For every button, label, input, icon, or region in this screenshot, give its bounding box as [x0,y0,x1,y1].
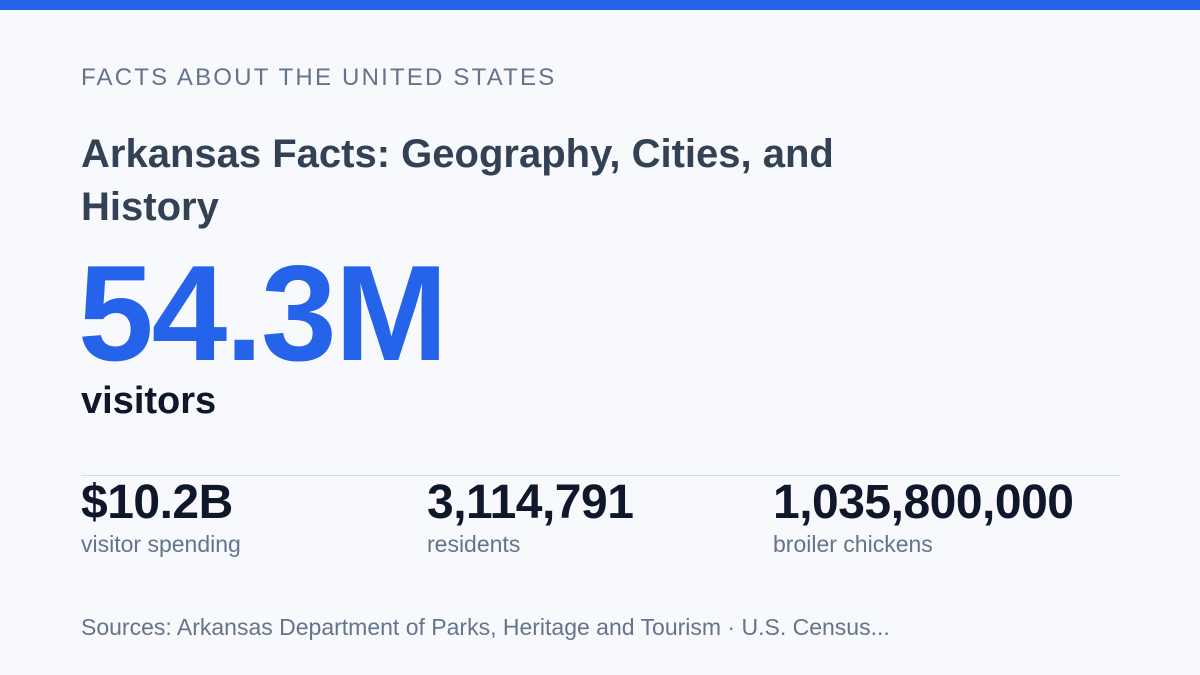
page-title: Arkansas Facts: Geography, Cities, and H… [81,132,834,229]
stat-value: 3,114,791 [427,476,634,529]
stat-label: broiler chickens [773,531,933,557]
stat-residents: 3,114,791 residents [427,476,634,558]
hero-stat-value: 54.3M [78,237,448,389]
stat-value: $10.2B [81,476,233,529]
stat-label: visitor spending [81,531,241,557]
hero-stat-label: visitors [81,380,217,422]
top-accent-bar [0,0,1200,10]
stat-visitor-spending: $10.2B visitor spending [81,476,241,558]
stat-broiler-chickens: 1,035,800,000 broiler chickens [773,476,1074,558]
stat-label: residents [427,531,521,557]
sources-footnote: Sources: Arkansas Department of Parks, H… [81,614,890,640]
eyebrow-label: FACTS ABOUT THE UNITED STATES [81,64,557,91]
stat-value: 1,035,800,000 [773,476,1074,529]
